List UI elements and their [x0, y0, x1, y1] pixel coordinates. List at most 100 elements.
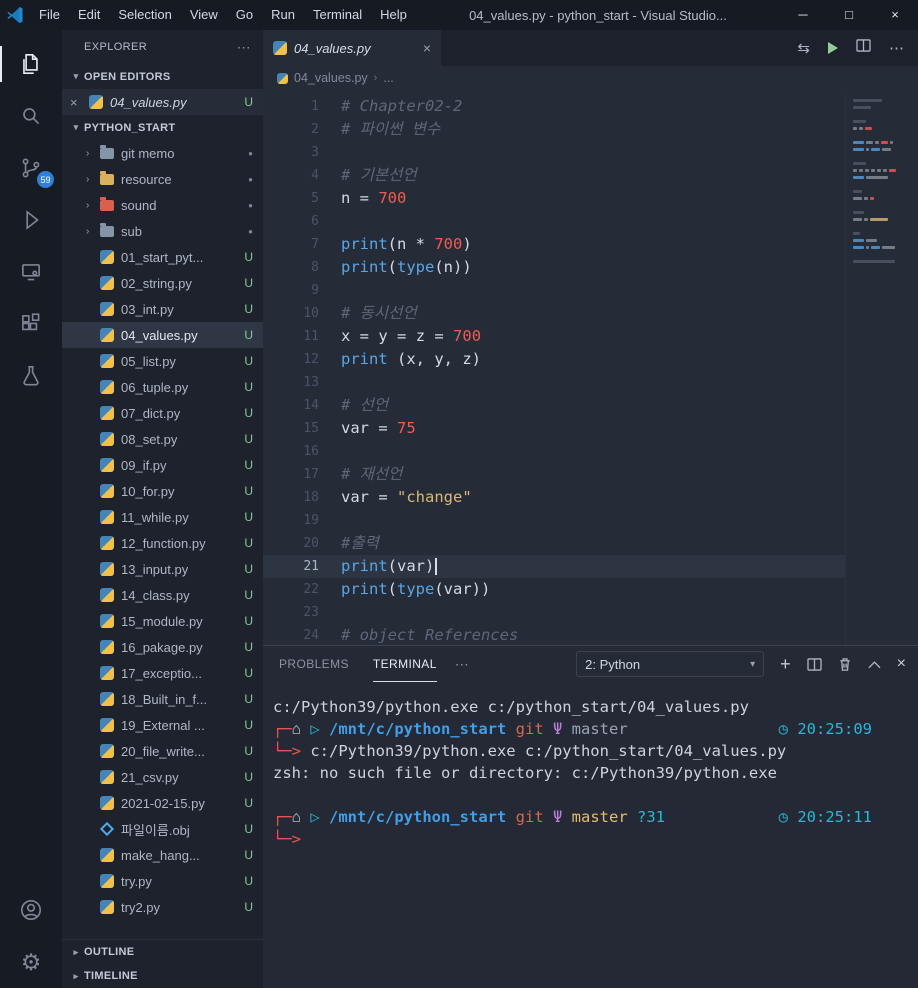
panel-tab-problems[interactable]: PROBLEMS [279, 647, 349, 682]
project-header[interactable]: ▾ PYTHON_START [62, 115, 263, 140]
file-item[interactable]: try2.py U [62, 894, 263, 920]
panel-more-icon[interactable]: ⋯ [455, 656, 469, 673]
file-item[interactable]: 15_module.py U [62, 608, 263, 634]
file-item[interactable]: 07_dict.py U [62, 400, 263, 426]
run-debug-icon[interactable] [0, 194, 62, 246]
folder-item[interactable]: › resource ● [62, 166, 263, 192]
code-line[interactable]: 1 # Chapter02-2 [263, 95, 845, 118]
run-file-icon[interactable] [828, 42, 838, 54]
maximize-button[interactable]: □ [826, 0, 872, 30]
editor-pane[interactable]: 1 # Chapter02-2 2 # 파이썬 변수 3 4 # 기본선언 5 n = 700 6… [263, 90, 918, 645]
close-button[interactable]: × [872, 0, 918, 30]
compare-changes-icon[interactable]: ⇆ [797, 39, 810, 57]
breadcrumb-file[interactable]: 04_values.py [294, 71, 368, 85]
code-line[interactable]: 15 var = 75 [263, 417, 845, 440]
file-item[interactable]: 17_exceptio... U [62, 660, 263, 686]
file-item[interactable]: 11_while.py U [62, 504, 263, 530]
file-item[interactable]: 21_csv.py U [62, 764, 263, 790]
file-item[interactable]: 03_int.py U [62, 296, 263, 322]
code-line[interactable]: 14 # 선언 [263, 394, 845, 417]
menu-terminal[interactable]: Terminal [304, 0, 371, 30]
code-line[interactable]: 5 n = 700 [263, 187, 845, 210]
minimap[interactable] [845, 95, 918, 645]
code-line[interactable]: 9 [263, 279, 845, 302]
menu-view[interactable]: View [181, 0, 227, 30]
code-line[interactable]: 18 var = "change" [263, 486, 845, 509]
file-item[interactable]: 01_start_pyt... U [62, 244, 263, 270]
code-line[interactable]: 3 [263, 141, 845, 164]
file-item[interactable]: 04_values.py U [62, 322, 263, 348]
code-line[interactable]: 20 #출력 [263, 532, 845, 555]
code-line[interactable]: 24 # object References [263, 624, 845, 647]
code-line[interactable]: 17 # 재선언 [263, 463, 845, 486]
account-icon[interactable] [0, 884, 62, 936]
file-item[interactable]: 12_function.py U [62, 530, 263, 556]
file-item[interactable]: 02_string.py U [62, 270, 263, 296]
extensions-icon[interactable] [0, 298, 62, 350]
code-line[interactable]: 10 # 동시선언 [263, 302, 845, 325]
terminal-shell-select[interactable]: 2: Python ▾ [576, 651, 765, 677]
code-line[interactable]: 7 print(n * 700) [263, 233, 845, 256]
code-line[interactable]: 23 [263, 601, 845, 624]
code-line[interactable]: 4 # 기본선언 [263, 164, 845, 187]
file-item[interactable]: 16_pakage.py U [62, 634, 263, 660]
code-line[interactable]: 6 [263, 210, 845, 233]
folder-item[interactable]: › sound ● [62, 192, 263, 218]
menu-edit[interactable]: Edit [69, 0, 109, 30]
file-item[interactable]: 파일이름.obj U [62, 816, 263, 842]
editor-more-icon[interactable]: ⋯ [889, 39, 904, 57]
explorer-icon[interactable] [0, 38, 62, 90]
file-item[interactable]: 2021-02-15.py U [62, 790, 263, 816]
breadcrumb-symbol[interactable]: ... [383, 71, 393, 85]
close-editor-icon[interactable]: × [70, 95, 86, 110]
code-line[interactable]: 11 x = y = z = 700 [263, 325, 845, 348]
timeline-header[interactable]: ▸ TIMELINE [62, 964, 263, 988]
code-line[interactable]: 19 [263, 509, 845, 532]
close-panel-icon[interactable]: × [897, 655, 906, 673]
file-item[interactable]: 13_input.py U [62, 556, 263, 582]
terminal-output[interactable]: c:/Python39/python.exe c:/python_start/0… [263, 682, 918, 988]
file-item[interactable]: try.py U [62, 868, 263, 894]
new-terminal-icon[interactable]: + [780, 654, 791, 675]
menu-help[interactable]: Help [371, 0, 416, 30]
source-control-icon[interactable]: 59 [0, 142, 62, 194]
code-line[interactable]: 12 print (x, y, z) [263, 348, 845, 371]
minimize-button[interactable]: ─ [780, 0, 826, 30]
maximize-panel-icon[interactable] [868, 660, 881, 669]
file-item[interactable]: 20_file_write... U [62, 738, 263, 764]
kill-terminal-icon[interactable] [838, 657, 852, 672]
file-item[interactable]: 10_for.py U [62, 478, 263, 504]
split-terminal-icon[interactable] [807, 657, 822, 671]
code-line[interactable]: 2 # 파이썬 변수 [263, 118, 845, 141]
menu-selection[interactable]: Selection [109, 0, 180, 30]
tab-04-values[interactable]: 04_values.py × [263, 30, 441, 66]
file-item[interactable]: 05_list.py U [62, 348, 263, 374]
menu-file[interactable]: File [30, 0, 69, 30]
file-item[interactable]: 09_if.py U [62, 452, 263, 478]
menu-go[interactable]: Go [227, 0, 262, 30]
file-item[interactable]: 14_class.py U [62, 582, 263, 608]
code-line[interactable]: 22 print(type(var)) [263, 578, 845, 601]
code-line[interactable]: 8 print(type(n)) [263, 256, 845, 279]
breadcrumb[interactable]: 04_values.py › ... [263, 66, 918, 90]
test-beaker-icon[interactable] [0, 350, 62, 402]
code-line[interactable]: 16 [263, 440, 845, 463]
search-icon[interactable] [0, 90, 62, 142]
split-editor-icon[interactable] [856, 39, 871, 57]
folder-item[interactable]: › sub ● [62, 218, 263, 244]
file-item[interactable]: 06_tuple.py U [62, 374, 263, 400]
open-editor-item[interactable]: × 04_values.py U [62, 89, 263, 115]
file-item[interactable]: 08_set.py U [62, 426, 263, 452]
code-line[interactable]: 21 print(var) [263, 555, 845, 578]
file-item[interactable]: 19_External ... U [62, 712, 263, 738]
menu-run[interactable]: Run [262, 0, 304, 30]
file-item[interactable]: make_hang... U [62, 842, 263, 868]
code-line[interactable]: 13 [263, 371, 845, 394]
folder-item[interactable]: › git memo ● [62, 140, 263, 166]
open-editors-header[interactable]: ▾ OPEN EDITORS [62, 64, 263, 89]
remote-explorer-icon[interactable] [0, 246, 62, 298]
tab-close-icon[interactable]: × [423, 40, 431, 56]
panel-tab-terminal[interactable]: TERMINAL [372, 647, 437, 682]
outline-header[interactable]: ▸ OUTLINE [62, 940, 263, 964]
sidebar-more-icon[interactable]: ⋯ [237, 39, 251, 56]
